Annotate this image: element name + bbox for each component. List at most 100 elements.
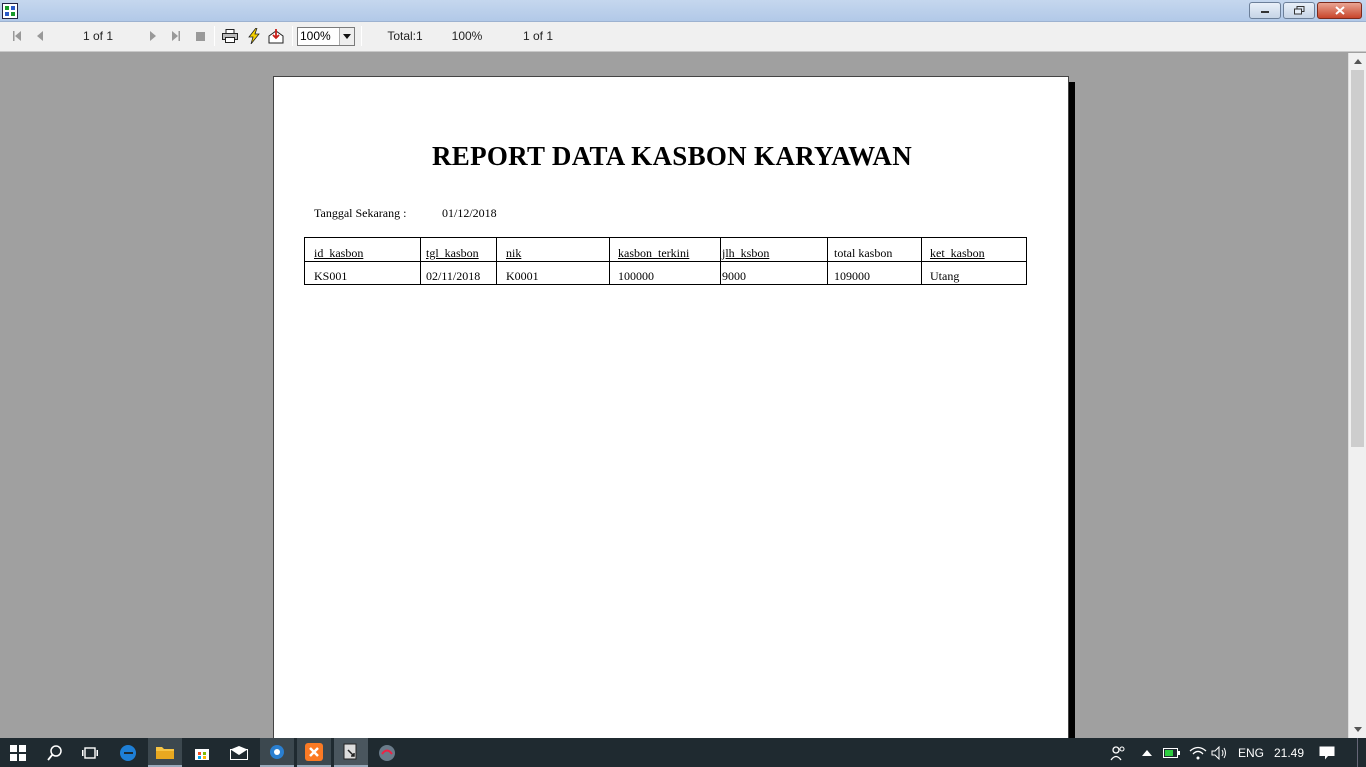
table-cell-ket-kasbon: Utang bbox=[930, 269, 960, 283]
table-cell-nik: K0001 bbox=[506, 269, 539, 283]
taskbar: ENG 21.49 bbox=[0, 738, 1366, 767]
show-desktop-button[interactable] bbox=[1357, 738, 1366, 767]
viewer-toolbar: 1 of 1 100% Total:1 100% 1 of 1 bbox=[0, 22, 1366, 52]
mail-icon bbox=[230, 745, 248, 760]
chevron-down-icon bbox=[343, 34, 351, 39]
notification-icon bbox=[1319, 746, 1335, 759]
lightning-icon bbox=[248, 28, 260, 44]
prev-page-icon bbox=[37, 31, 43, 41]
mail-button[interactable] bbox=[222, 738, 256, 767]
task-view-button[interactable] bbox=[73, 738, 107, 767]
stop-button[interactable] bbox=[191, 22, 209, 50]
zoom-dropdown-toggle[interactable] bbox=[339, 28, 354, 45]
chevron-down-icon bbox=[1353, 727, 1362, 732]
report-title: REPORT DATA KASBON KARYAWAN bbox=[431, 141, 913, 171]
page-count-display: 1 of 1 bbox=[522, 29, 554, 43]
table-column-divider bbox=[921, 238, 922, 284]
first-page-icon bbox=[13, 31, 21, 41]
battery-icon bbox=[1163, 747, 1180, 758]
close-icon bbox=[1334, 6, 1345, 15]
report-page: REPORT DATA KASBON KARYAWAN Tanggal Seka… bbox=[273, 76, 1069, 738]
scroll-thumb[interactable] bbox=[1351, 70, 1364, 447]
export-button[interactable] bbox=[266, 22, 286, 50]
clock[interactable]: 21.49 bbox=[1274, 738, 1304, 767]
window-titlebar bbox=[0, 0, 1366, 22]
store-bag-icon bbox=[195, 748, 209, 760]
app-button-blue[interactable] bbox=[260, 738, 294, 767]
xampp-icon bbox=[305, 742, 323, 761]
table-column-divider bbox=[720, 238, 721, 284]
file-explorer-button[interactable] bbox=[148, 738, 182, 767]
last-page-button[interactable] bbox=[167, 22, 185, 50]
speaker-icon bbox=[1211, 745, 1226, 760]
search-icon bbox=[47, 744, 62, 761]
start-button[interactable] bbox=[0, 738, 36, 767]
column-header-id-kasbon: id_kasbon bbox=[314, 246, 364, 260]
date-value: 01/12/2018 bbox=[442, 206, 497, 220]
battery-indicator[interactable] bbox=[1160, 738, 1184, 767]
vertical-scrollbar[interactable] bbox=[1348, 53, 1366, 738]
app-circle-icon bbox=[270, 744, 284, 759]
table-cell-total-kasbon: 109000 bbox=[834, 269, 870, 283]
minimize-icon bbox=[1261, 10, 1269, 13]
chevron-up-icon bbox=[1142, 749, 1152, 756]
input-language[interactable]: ENG bbox=[1238, 738, 1264, 767]
refresh-button[interactable] bbox=[244, 22, 264, 50]
wifi-indicator[interactable] bbox=[1186, 738, 1210, 767]
store-button[interactable] bbox=[185, 738, 219, 767]
windows-logo-icon bbox=[10, 744, 26, 761]
wifi-icon bbox=[1189, 746, 1207, 759]
toolbar-separator bbox=[361, 26, 362, 46]
scroll-up-button[interactable] bbox=[1349, 53, 1366, 70]
table-header-divider bbox=[305, 261, 1026, 262]
table-cell-id-kasbon: KS001 bbox=[314, 269, 348, 283]
zoom-select-value: 100% bbox=[300, 29, 331, 43]
table-column-divider bbox=[827, 238, 828, 284]
column-header-kasbon-terkini: kasbon_terkini bbox=[618, 246, 690, 260]
volume-indicator[interactable] bbox=[1208, 738, 1232, 767]
xampp-button[interactable] bbox=[297, 738, 331, 767]
scroll-down-button[interactable] bbox=[1349, 721, 1366, 738]
date-label: Tanggal Sekarang : bbox=[314, 206, 407, 220]
report-viewer-icon bbox=[2, 3, 18, 19]
zoom-select[interactable]: 100% bbox=[297, 27, 355, 46]
people-icon bbox=[1110, 745, 1125, 760]
search-button[interactable] bbox=[38, 738, 72, 767]
column-header-nik: nik bbox=[506, 246, 522, 260]
toolbar-separator bbox=[214, 26, 215, 46]
netbeans-button[interactable] bbox=[370, 738, 404, 767]
folder-icon bbox=[156, 746, 174, 759]
page-indicator[interactable]: 1 of 1 bbox=[70, 22, 126, 50]
column-header-tgl-kasbon: tgl_kasbon bbox=[426, 246, 479, 260]
table-column-divider bbox=[609, 238, 610, 284]
notifications-button[interactable] bbox=[1314, 738, 1340, 767]
toolbar-separator bbox=[292, 26, 293, 46]
table-column-divider bbox=[420, 238, 421, 284]
export-icon bbox=[268, 29, 284, 44]
edge-icon bbox=[120, 744, 136, 761]
close-button[interactable] bbox=[1317, 2, 1362, 19]
edge-browser-button[interactable] bbox=[111, 738, 145, 767]
table-cell-kasbon-terkini: 100000 bbox=[618, 269, 654, 283]
people-button[interactable] bbox=[1105, 738, 1131, 767]
report-viewport[interactable]: REPORT DATA KASBON KARYAWAN Tanggal Seka… bbox=[0, 53, 1348, 738]
restore-button[interactable] bbox=[1283, 2, 1315, 19]
table-cell-jlh-ksbon: 9000 bbox=[722, 269, 746, 283]
stop-icon bbox=[195, 31, 205, 41]
table-column-divider bbox=[496, 238, 497, 284]
tray-overflow-button[interactable] bbox=[1137, 738, 1157, 767]
restore-icon bbox=[1293, 6, 1304, 15]
table-cell-tgl-kasbon: 02/11/2018 bbox=[426, 269, 481, 283]
report-viewer-taskbar-button[interactable] bbox=[334, 738, 368, 767]
next-page-button[interactable] bbox=[144, 22, 162, 50]
chevron-up-icon bbox=[1353, 59, 1362, 64]
minimize-button[interactable] bbox=[1249, 2, 1281, 19]
kasbon-table: id_kasbon tgl_kasbon nik kasbon_terkini … bbox=[304, 237, 1027, 285]
column-header-jlh-ksbon: jlh_ksbon bbox=[722, 246, 770, 260]
total-records: Total:1 bbox=[387, 29, 423, 43]
netbeans-icon bbox=[379, 744, 395, 761]
printer-icon bbox=[222, 29, 238, 43]
first-page-button[interactable] bbox=[8, 22, 26, 50]
print-button[interactable] bbox=[220, 22, 240, 50]
prev-page-button[interactable] bbox=[31, 22, 49, 50]
